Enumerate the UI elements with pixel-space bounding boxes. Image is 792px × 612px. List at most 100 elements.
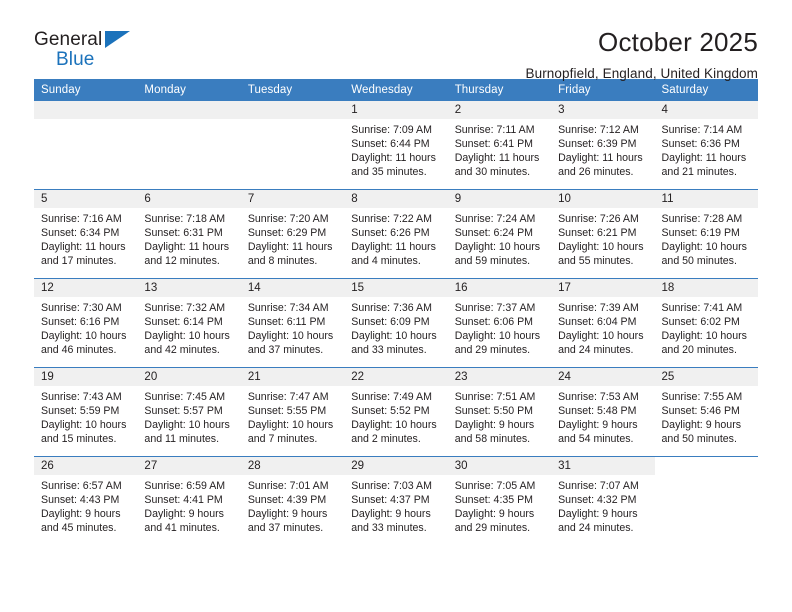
day-sun-info: Sunrise: 7:16 AM Sunset: 6:34 PM Daylight:…: [34, 208, 137, 268]
day-number: 24: [551, 368, 655, 386]
calendar-day-cell[interactable]: 30 Sunrise: 7:05 AM Sunset: 4:35 PM Dayligh…: [447, 456, 552, 545]
day-number: 4: [654, 101, 758, 119]
calendar-day-cell[interactable]: 17 Sunrise: 7:39 AM Sunset: 6:04 PM Dayligh…: [551, 278, 655, 368]
calendar-day-cell[interactable]: 21 Sunrise: 7:47 AM Sunset: 5:55 PM Dayligh…: [240, 367, 345, 457]
day-sun-info: Sunrise: 7:24 AM Sunset: 6:24 PM Daylight:…: [448, 208, 551, 268]
sunset-time: Sunset: 4:32 PM: [558, 494, 637, 506]
day-sun-info: Sunrise: 7:20 AM Sunset: 6:29 PM Daylight:…: [241, 208, 344, 268]
calendar-day-cell[interactable]: 16 Sunrise: 7:37 AM Sunset: 6:06 PM Dayligh…: [447, 278, 552, 368]
sunrise-time: Sunrise: 7:24 AM: [454, 213, 536, 225]
sunset-time: Sunset: 6:06 PM: [454, 316, 534, 328]
calendar-day-cell[interactable]: 10 Sunrise: 7:26 AM Sunset: 6:21 PM Dayligh…: [551, 189, 655, 279]
sunset-time: Sunset: 6:21 PM: [558, 227, 637, 239]
calendar-day-cell[interactable]: 15 Sunrise: 7:36 AM Sunset: 6:09 PM Dayligh…: [344, 278, 448, 368]
daylight-duration-line1: Daylight: 10 hours: [558, 241, 644, 253]
sunset-time: Sunset: 5:46 PM: [661, 405, 740, 417]
weekday-header-wednesday: Wednesday: [344, 79, 448, 101]
sunset-time: Sunset: 4:39 PM: [247, 494, 327, 506]
weekday-header-monday: Monday: [137, 79, 241, 101]
day-sun-info: Sunrise: 7:22 AM Sunset: 6:26 PM Daylight:…: [344, 208, 447, 268]
calendar-day-cell[interactable]: 11 Sunrise: 7:28 AM Sunset: 6:19 PM Dayligh…: [654, 189, 758, 279]
calendar-day-cell[interactable]: 8 Sunrise: 7:22 AM Sunset: 6:26 PM Daylight…: [344, 189, 448, 279]
daylight-duration-line2: and 12 minutes.: [144, 255, 220, 267]
day-number: 26: [34, 457, 138, 475]
day-sun-info: Sunrise: 7:32 AM Sunset: 6:14 PM Daylight:…: [137, 297, 240, 357]
daylight-duration-line1: Daylight: 9 hours: [247, 508, 328, 520]
calendar-day-cell[interactable]: 3 Sunrise: 7:12 AM Sunset: 6:39 PM Daylight…: [551, 101, 655, 190]
day-number: 7: [240, 190, 345, 208]
calendar-day-cell[interactable]: 25 Sunrise: 7:55 AM Sunset: 5:46 PM Dayligh…: [654, 367, 758, 457]
day-number: 2: [447, 101, 552, 119]
sunrise-time: Sunrise: 7:07 AM: [558, 480, 639, 492]
daylight-duration-line1: Daylight: 10 hours: [41, 419, 127, 431]
day-number: 20: [137, 368, 241, 386]
calendar-day-cell[interactable]: 29 Sunrise: 7:03 AM Sunset: 4:37 PM Dayligh…: [344, 456, 448, 545]
day-sun-info: Sunrise: 7:45 AM Sunset: 5:57 PM Daylight:…: [137, 386, 240, 446]
calendar-day-cell[interactable]: 2 Sunrise: 7:11 AM Sunset: 6:41 PM Daylight…: [447, 101, 552, 190]
day-number: 9: [447, 190, 552, 208]
calendar-day-cell[interactable]: 7 Sunrise: 7:20 AM Sunset: 6:29 PM Daylight…: [240, 189, 345, 279]
sunrise-time: Sunrise: 7:55 AM: [661, 391, 743, 403]
calendar-day-cell[interactable]: 14 Sunrise: 7:34 AM Sunset: 6:11 PM Dayligh…: [240, 278, 345, 368]
sunrise-time: Sunrise: 7:32 AM: [144, 302, 226, 314]
daylight-duration-line1: Daylight: 11 hours: [351, 152, 436, 164]
sunset-time: Sunset: 5:52 PM: [351, 405, 430, 417]
day-number: 14: [240, 279, 345, 297]
calendar-day-cell[interactable]: 20 Sunrise: 7:45 AM Sunset: 5:57 PM Dayligh…: [137, 367, 241, 457]
sunrise-time: Sunrise: 7:22 AM: [351, 213, 432, 225]
daylight-duration-line2: and 21 minutes.: [661, 166, 737, 178]
logo-text-blue: Blue: [56, 49, 95, 70]
general-blue-logo[interactable]: General Blue: [34, 28, 144, 69]
calendar-day-cell[interactable]: 5 Sunrise: 7:16 AM Sunset: 6:34 PM Daylight…: [34, 189, 138, 279]
sunset-time: Sunset: 6:39 PM: [558, 138, 637, 150]
sunrise-time: Sunrise: 7:30 AM: [41, 302, 122, 314]
calendar-day-cell[interactable]: 4 Sunrise: 7:14 AM Sunset: 6:36 PM Daylight…: [654, 101, 758, 190]
calendar-day-cell[interactable]: 28 Sunrise: 7:01 AM Sunset: 4:39 PM Dayligh…: [240, 456, 345, 545]
sunset-time: Sunset: 6:04 PM: [558, 316, 637, 328]
sunset-time: Sunset: 6:26 PM: [351, 227, 430, 239]
weekday-header-friday: Friday: [551, 79, 655, 101]
daylight-duration-line2: and 33 minutes.: [351, 522, 427, 534]
day-number: [240, 101, 345, 119]
day-sun-info: Sunrise: 7:36 AM Sunset: 6:09 PM Daylight:…: [344, 297, 447, 357]
daylight-duration-line2: and 8 minutes.: [247, 255, 318, 267]
calendar-day-cell[interactable]: 23 Sunrise: 7:51 AM Sunset: 5:50 PM Dayligh…: [447, 367, 552, 457]
calendar-day-cell[interactable]: 6 Sunrise: 7:18 AM Sunset: 6:31 PM Daylight…: [137, 189, 241, 279]
calendar-page: General Blue October 2025 Burnopfield, E…: [0, 0, 792, 612]
calendar-week-row: 26 Sunrise: 6:57 AM Sunset: 4:43 PM Dayligh…: [34, 456, 758, 545]
sunrise-time: Sunrise: 7:01 AM: [247, 480, 329, 492]
calendar-day-cell[interactable]: 18 Sunrise: 7:41 AM Sunset: 6:02 PM Dayligh…: [654, 278, 758, 368]
sunrise-time: Sunrise: 6:59 AM: [144, 480, 226, 492]
calendar-day-cell[interactable]: 26 Sunrise: 6:57 AM Sunset: 4:43 PM Dayligh…: [34, 456, 138, 545]
daylight-duration-line1: Daylight: 11 hours: [454, 152, 540, 164]
calendar-day-cell[interactable]: 19 Sunrise: 7:43 AM Sunset: 5:59 PM Dayligh…: [34, 367, 138, 457]
calendar-day-cell[interactable]: 1 Sunrise: 7:09 AM Sunset: 6:44 PM Daylight…: [344, 101, 448, 190]
day-number: 31: [551, 457, 655, 475]
sunset-time: Sunset: 5:55 PM: [247, 405, 327, 417]
calendar-day-cell[interactable]: 9 Sunrise: 7:24 AM Sunset: 6:24 PM Daylight…: [447, 189, 552, 279]
calendar-day-cell[interactable]: 22 Sunrise: 7:49 AM Sunset: 5:52 PM Dayligh…: [344, 367, 448, 457]
day-sun-info: Sunrise: 6:59 AM Sunset: 4:41 PM Daylight:…: [137, 475, 240, 535]
day-sun-info: Sunrise: 7:43 AM Sunset: 5:59 PM Daylight:…: [34, 386, 137, 446]
calendar-day-cell[interactable]: 24 Sunrise: 7:53 AM Sunset: 5:48 PM Dayligh…: [551, 367, 655, 457]
sunset-time: Sunset: 6:14 PM: [144, 316, 223, 328]
sunrise-time: Sunrise: 6:57 AM: [41, 480, 122, 492]
calendar-day-cell[interactable]: 31 Sunrise: 7:07 AM Sunset: 4:32 PM Dayligh…: [551, 456, 655, 545]
day-sun-info: Sunrise: 7:55 AM Sunset: 5:46 PM Daylight:…: [655, 386, 758, 446]
day-number: 27: [137, 457, 241, 475]
calendar-day-cell[interactable]: 13 Sunrise: 7:32 AM Sunset: 6:14 PM Dayligh…: [137, 278, 241, 368]
daylight-duration-line2: and 30 minutes.: [454, 166, 531, 178]
calendar-day-cell[interactable]: 12 Sunrise: 7:30 AM Sunset: 6:16 PM Dayligh…: [34, 278, 138, 368]
daylight-duration-line2: and 37 minutes.: [247, 522, 324, 534]
calendar-day-cell[interactable]: 27 Sunrise: 6:59 AM Sunset: 4:41 PM Dayligh…: [137, 456, 241, 545]
daylight-duration-line1: Daylight: 9 hours: [41, 508, 121, 520]
sunrise-time: Sunrise: 7:16 AM: [41, 213, 122, 225]
daylight-duration-line1: Daylight: 10 hours: [41, 330, 127, 342]
daylight-duration-line1: Daylight: 10 hours: [247, 419, 334, 431]
sunrise-time: Sunrise: 7:26 AM: [558, 213, 639, 225]
daylight-duration-line2: and 33 minutes.: [351, 344, 427, 356]
daylight-duration-line1: Daylight: 10 hours: [351, 330, 437, 342]
day-number: 21: [240, 368, 345, 386]
day-sun-info: Sunrise: 7:26 AM Sunset: 6:21 PM Daylight:…: [551, 208, 654, 268]
day-sun-info: Sunrise: 7:14 AM Sunset: 6:36 PM Daylight:…: [655, 119, 758, 179]
